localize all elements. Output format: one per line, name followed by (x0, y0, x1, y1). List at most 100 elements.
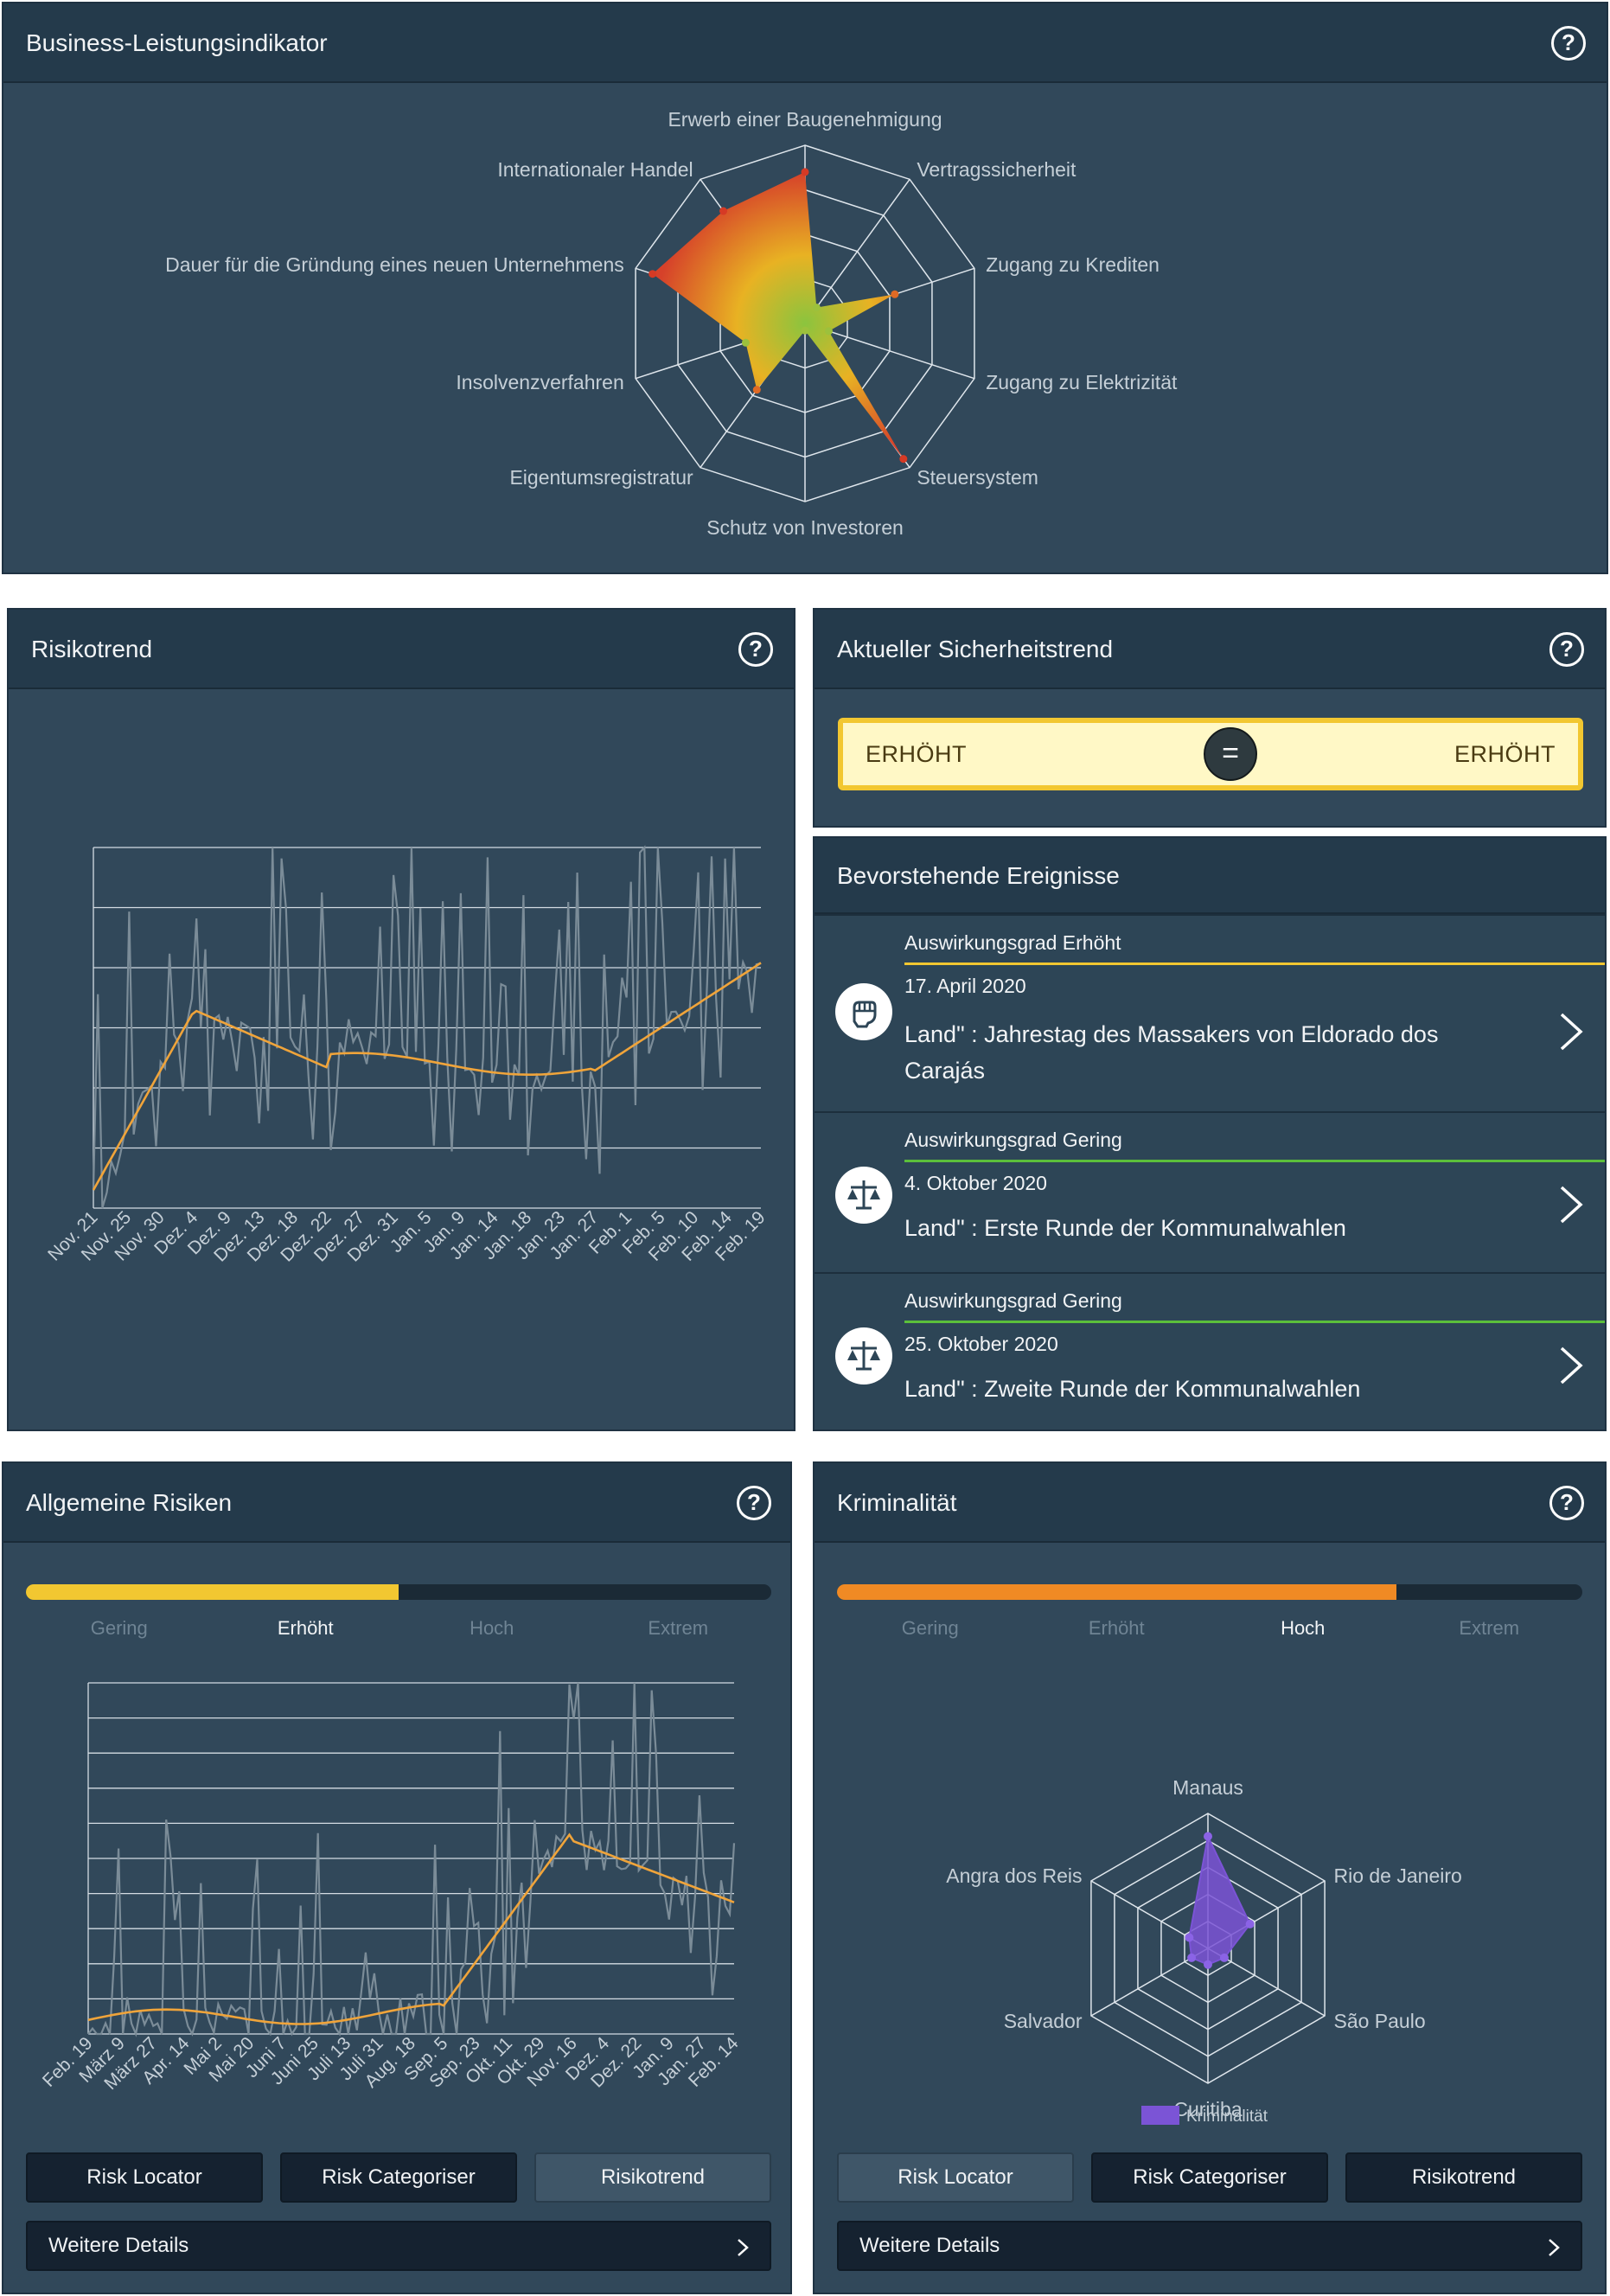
risk-level-label: Hoch (470, 1617, 514, 1639)
event-title: Land" : Zweite Runde der Kommunalwahlen (904, 1376, 1361, 1402)
risikotrend-chart: Nov. 21Nov. 25Nov. 30Dez. 4Dez. 9Dez. 13… (44, 845, 770, 1266)
radar-axis-label: Dauer für die Gründung eines neuen Unter… (165, 253, 624, 276)
sicherheit-title: Aktueller Sicherheitstrend (837, 636, 1114, 662)
risk-level-fill (837, 1584, 1396, 1600)
weitere-details-label: Weitere Details (48, 2234, 189, 2257)
event-item[interactable]: Auswirkungsgrad Erhöht 17. April 2020 Land… (815, 914, 1605, 1110)
risk-categoriser-button[interactable]: Risk Categoriser (280, 2152, 517, 2203)
risikotrend-button[interactable]: Risikotrend (534, 2152, 771, 2203)
risk-level-label: Extrem (1459, 1617, 1520, 1639)
legend-label: Kriminalität (1186, 2107, 1268, 2126)
radar-point (812, 304, 821, 312)
risk-level-label: Gering (90, 1617, 148, 1639)
radar-axis-label: Rio de Janeiro (1333, 1864, 1461, 1887)
help-icon[interactable]: ? (1551, 26, 1586, 61)
radar-axis-label: Angra dos Reis (946, 1864, 1082, 1887)
business-header: Business-Leistungsindikator ? (3, 3, 1607, 83)
help-icon[interactable]: ? (737, 1486, 771, 1520)
risk-level-labels: Gering Erhöht Hoch Extrem (837, 1617, 1582, 1643)
radar-point (1185, 1933, 1194, 1942)
help-icon[interactable]: ? (738, 632, 773, 667)
risk-level-label: Gering (901, 1617, 959, 1639)
event-impact-level: Auswirkungsgrad Gering (904, 1289, 1122, 1312)
chevron-right-icon (738, 2239, 749, 2256)
radar-point (1245, 1919, 1255, 1928)
risikotrend-panel: Risikotrend ? Nov. 21 Nov. 25 Nov. 30 Dez. … (7, 608, 795, 1431)
sicherheit-header: Aktueller Sicherheitstrend ? (815, 610, 1605, 689)
radar-axis-label: Zugang zu Krediten (986, 253, 1160, 276)
radar-point (741, 338, 750, 347)
business-title: Business-Leistungsindikator (26, 29, 328, 56)
risikotrend-header: Risikotrend ? (9, 610, 794, 689)
risk-categoriser-button[interactable]: Risk Categoriser (1091, 2152, 1328, 2203)
radar-area (1188, 1833, 1251, 1966)
event-date: 25. Oktober 2020 (904, 1333, 1058, 1355)
event-impact-line (904, 963, 1605, 965)
risk-level-label: Erhöht (277, 1617, 334, 1639)
scales-icon (835, 1327, 892, 1385)
security-trend-indicator: ERHÖHT = ERHÖHT (838, 718, 1583, 790)
radar-point (824, 327, 833, 336)
event-impact-level: Auswirkungsgrad Gering (904, 1129, 1122, 1151)
radar-point (801, 326, 809, 335)
radar-point (1219, 1953, 1229, 1962)
radar-point (1204, 1960, 1212, 1969)
event-item[interactable]: Auswirkungsgrad Gering 25. Oktober 2020 La… (815, 1272, 1605, 1429)
radar-area (652, 171, 904, 459)
krimi-title: Kriminalität (837, 1489, 957, 1516)
allgemein-title: Allgemeine Risiken (26, 1489, 233, 1516)
weitere-details-button[interactable]: Weitere Details (837, 2221, 1582, 2271)
weitere-details-button[interactable]: Weitere Details (26, 2221, 771, 2271)
event-title: Land" : Jahrestag des Massakers von Eldo… (904, 1021, 1439, 1084)
event-impact-line (904, 1160, 1605, 1162)
risk-locator-button[interactable]: Risk Locator (837, 2152, 1074, 2203)
radar-axis-label: Zugang zu Elektrizität (986, 371, 1178, 393)
krimi-header: Kriminalität ? (815, 1463, 1605, 1543)
help-icon[interactable]: ? (1549, 1486, 1584, 1520)
risk-level-bar (837, 1584, 1582, 1600)
chevron-right-icon (1560, 1013, 1583, 1051)
weitere-details-label: Weitere Details (859, 2234, 1000, 2257)
scales-icon (835, 1167, 892, 1224)
fist-icon (835, 983, 892, 1040)
event-title: Land" : Erste Runde der Kommunalwahlen (904, 1215, 1346, 1241)
event-date: 17. April 2020 (904, 975, 1026, 997)
help-icon[interactable]: ? (1549, 632, 1584, 667)
allgemein-header: Allgemeine Risiken ? (3, 1463, 790, 1543)
risk-level-label: Erhöht (1088, 1617, 1145, 1639)
radar-axis-label: Steuersystem (917, 466, 1038, 489)
risk-level-bar (26, 1584, 771, 1600)
radar-point (719, 207, 728, 215)
trend-left-label: ERHÖHT (866, 741, 967, 767)
risikotrend-title: Risikotrend (31, 636, 153, 662)
kriminalitaet-radar-chart: ManausRio de JaneiroSão PauloCuritibaSal… (946, 1776, 1462, 2126)
radar-axis-label: Eigentumsregistratur (509, 466, 693, 489)
risikotrend-button[interactable]: Risikotrend (1345, 2152, 1582, 2203)
radar-point (899, 455, 908, 464)
chevron-right-icon (1560, 1346, 1583, 1385)
event-impact-level: Auswirkungsgrad Erhöht (904, 931, 1121, 954)
trend-right-label: ERHÖHT (1454, 741, 1556, 767)
radar-axis-label: Insolvenzverfahren (456, 371, 623, 393)
legend-swatch (1141, 2106, 1179, 2125)
krimi-panel: Kriminalität ? Gering Erhöht Hoch Extrem Ma… (813, 1461, 1607, 2294)
radar-point (1204, 1832, 1212, 1841)
risk-level-label: Extrem (648, 1617, 709, 1639)
chevron-right-icon (1560, 1186, 1583, 1224)
equal-icon: = (1204, 727, 1257, 781)
trend-average-line (92, 962, 762, 1191)
radar-axis-label: Schutz von Investoren (706, 516, 904, 539)
risk-level-label: Hoch (1281, 1617, 1326, 1639)
radar-point (752, 386, 761, 394)
trend-average-line (87, 1832, 735, 2025)
radar-point (891, 290, 899, 298)
radar-point (1187, 1953, 1197, 1962)
risk-level-fill (26, 1584, 399, 1600)
radar-point (648, 270, 657, 278)
business-panel: Business-Leistungsindikator ? Erwerb ein… (2, 2, 1608, 574)
business-radar-chart: Erwerb einer Baugenehmigung Vertragssiche… (165, 108, 1178, 539)
event-date: 4. Oktober 2020 (904, 1172, 1047, 1194)
radar-axis-label: Internationaler Handel (497, 158, 693, 181)
event-item[interactable]: Auswirkungsgrad Gering 4. Oktober 2020 Lan… (815, 1111, 1605, 1270)
risk-locator-button[interactable]: Risk Locator (26, 2152, 263, 2203)
